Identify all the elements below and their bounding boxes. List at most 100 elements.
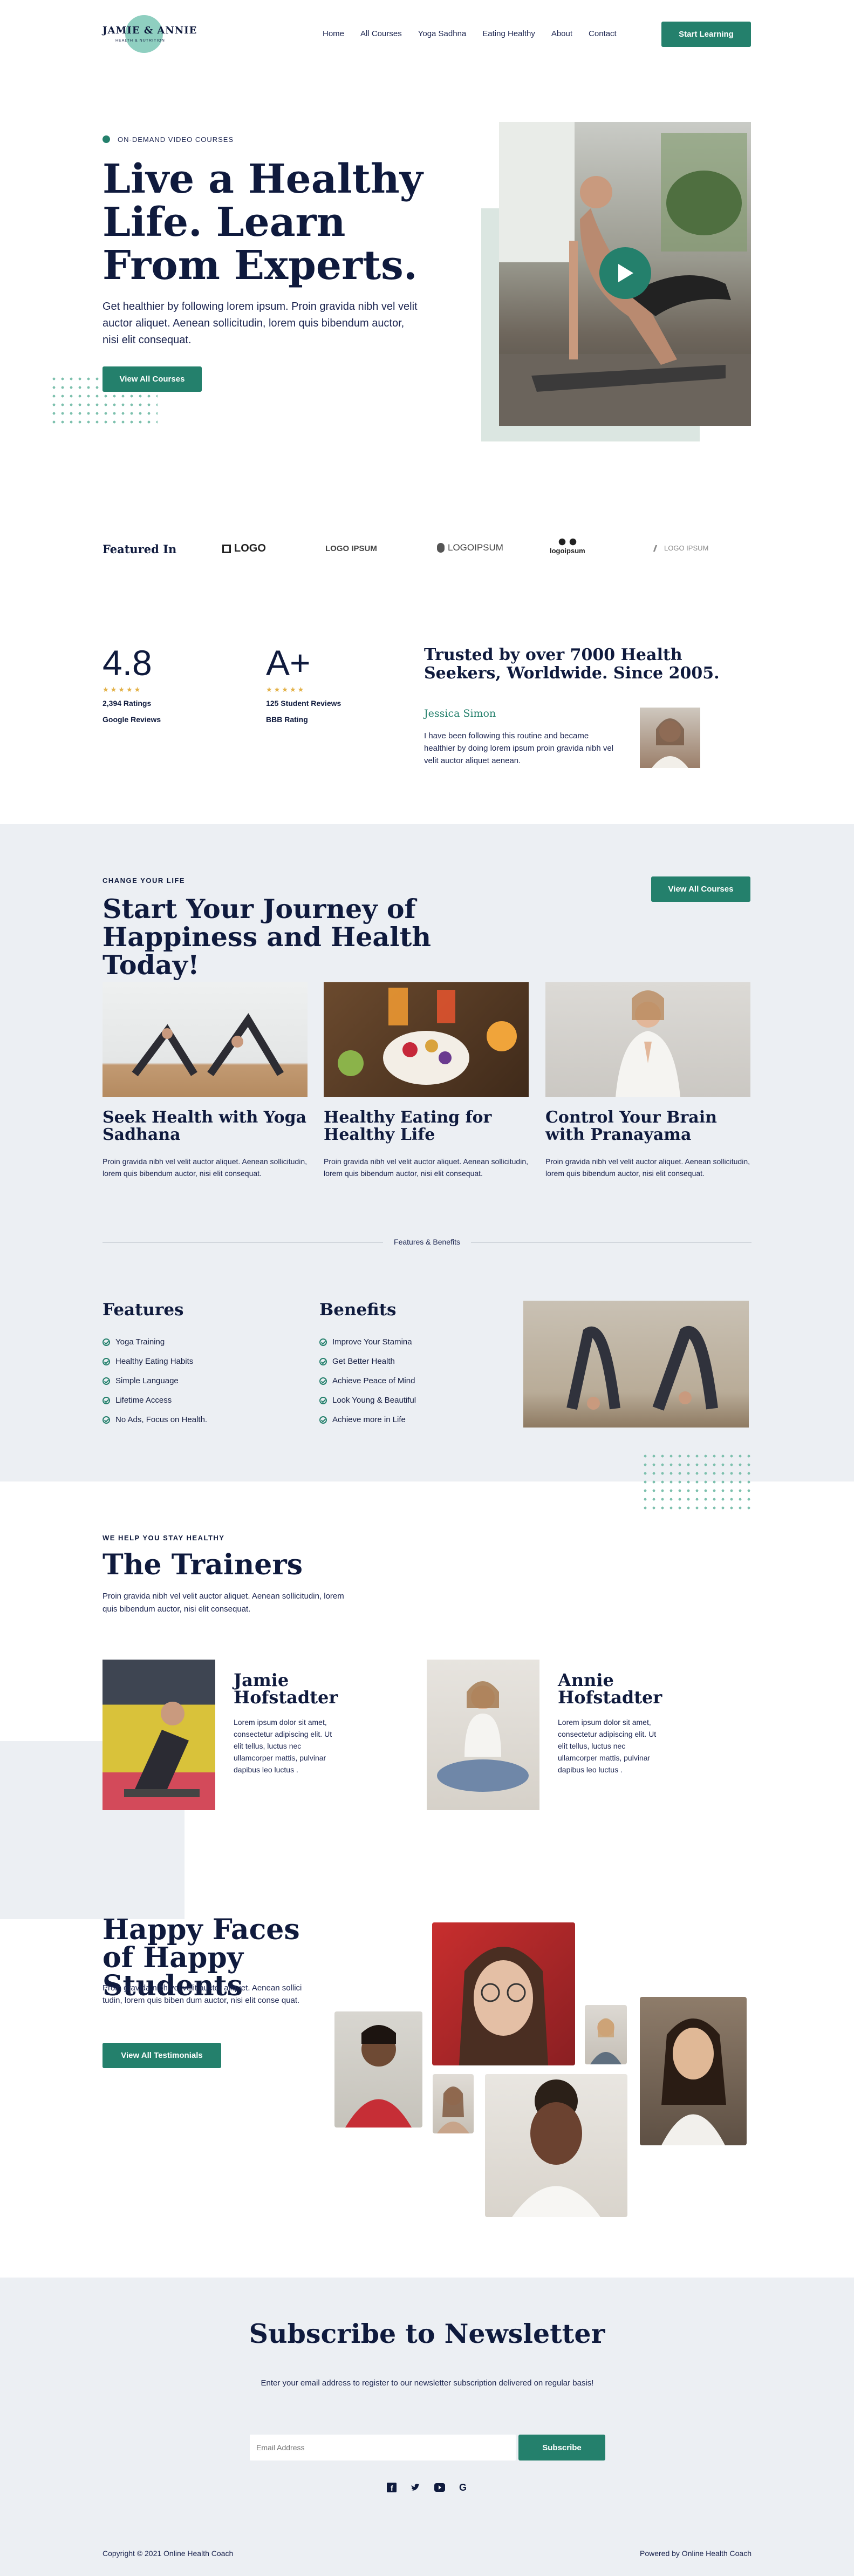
subscribe-button[interactable]: Subscribe [518,2435,605,2461]
course-card-title-2[interactable]: Healthy Eating for Healthy Life [324,1109,529,1144]
check-circle-icon [103,1396,110,1404]
benefit-item: Get Better Health [319,1357,416,1366]
hero-eyebrow: ON-DEMAND VIDEO COURSES [118,135,234,144]
featured-logo-4: logoipsum [550,538,585,555]
nav-item-eating-healthy[interactable]: Eating Healthy [482,29,535,38]
benefit-item: Look Young & Beautiful [319,1396,416,1405]
start-learning-button[interactable]: Start Learning [661,22,751,47]
view-testimonials-button[interactable]: View All Testimonials [103,2043,221,2068]
google-icon[interactable]: G [459,2483,469,2492]
newsletter-title: Subscribe to Newsletter [249,2318,605,2349]
student-3-portrait [590,2018,621,2064]
student-photo-2 [432,1922,575,2065]
happy-text: Proin gravida nibh vel velit auctor aliq… [103,1983,302,2005]
logo-leaf-icon [437,543,445,553]
student-2-portrait [459,1947,548,2065]
grade-stars: ★★★★★ [266,685,306,694]
grade-count: 125 Student Reviews [266,699,341,708]
featured-logo-1: LOGO [222,542,266,555]
course-card-title-1[interactable]: Seek Health with Yoga Sadhana [103,1109,308,1144]
eyebrow-dot [103,135,110,143]
testimonial-portrait [652,718,688,768]
journey-eyebrow: CHANGE YOUR LIFE [103,876,186,885]
twitter-icon[interactable] [411,2483,420,2492]
nav-item-home[interactable]: Home [323,29,344,38]
journey-view-courses-button[interactable]: View All Courses [651,876,750,902]
check-circle-icon [319,1338,327,1346]
check-circle-icon [319,1377,327,1385]
play-icon [618,264,633,282]
student-photo-5 [433,2074,474,2133]
main-nav: Home All Courses Yoga Sadhna Eating Heal… [323,29,617,38]
trainer-jamie-portrait [124,1702,200,1797]
yoga-couple-illustration [132,1013,284,1077]
benefit-item: Achieve more in Life [319,1415,416,1424]
grade-value: A+ [266,643,311,683]
brand-logo[interactable]: JAMIE & ANNIE HEALTH & NUTRITION [103,13,196,55]
testimonial-quote: I have been following this routine and b… [424,731,614,765]
feature-item: Yoga Training [103,1337,207,1347]
featured-logo-2: LOGO IPSUM [325,544,377,553]
trainer-name-annie[interactable]: Annie Hofstadter [558,1671,677,1706]
facebook-icon[interactable]: f [387,2483,397,2492]
logo-mark-icon [222,544,231,553]
trainer-name-jamie[interactable]: Jamie Hofstadter [234,1671,352,1706]
logo-slash-icon [653,545,662,552]
brand-name: JAMIE & ANNIE [103,25,197,36]
nav-item-about[interactable]: About [551,29,572,38]
features-list: Yoga Training Healthy Eating Habits Simp… [103,1337,207,1435]
course-card-title-3[interactable]: Control Your Brain with Pranayama [545,1109,750,1144]
student-photo-1 [334,2011,422,2128]
nav-item-contact[interactable]: Contact [589,29,617,38]
logo-dots-icon [556,538,578,546]
footer-powered-by: Powered by Online Health Coach [639,2549,751,2558]
student-5-portrait [437,2086,469,2133]
benefit-item: Achieve Peace of Mind [319,1376,416,1385]
food-illustration [338,988,517,1085]
check-circle-icon [103,1338,110,1346]
features-yoga-image [523,1301,749,1428]
meditation-illustration [616,990,680,1097]
course-card-image-pranayama [545,982,750,1097]
hero-view-courses-button[interactable]: View All Courses [103,366,202,392]
feature-item: Lifetime Access [103,1396,207,1405]
trainer-photo-annie [427,1660,539,1810]
email-field[interactable] [250,2435,516,2461]
hero-title: Live a Healthy Life. Learn From Experts. [103,156,423,289]
check-circle-icon [103,1416,110,1424]
testimonial-name: Jessica Simon [424,708,496,719]
trainers-text: Proin gravida nibh vel velit auctor aliq… [103,1592,344,1614]
rating-value: 4.8 [103,643,152,683]
check-circle-icon [319,1357,327,1365]
features-title: Features [103,1300,184,1320]
stretch-illustration [566,1326,718,1411]
trainer-photo-jamie [103,1660,215,1810]
trust-title: Trusted by over 7000 Health Seekers, Wor… [424,645,720,683]
feature-item: No Ads, Focus on Health. [103,1415,207,1424]
divider-label: Features & Benefits [394,1238,460,1246]
benefit-item: Improve Your Stamina [319,1337,416,1347]
check-circle-icon [319,1396,327,1404]
course-card-text-1: Proin gravida nibh vel velit auctor aliq… [103,1157,308,1178]
course-card-text-3: Proin gravida nibh vel velit auctor aliq… [545,1157,750,1178]
divider-line-left [103,1242,383,1243]
student-photo-4 [640,1997,747,2145]
features-dots-decoration [641,1452,754,1511]
course-card-image-yoga [103,982,308,1097]
nav-item-all-courses[interactable]: All Courses [360,29,402,38]
check-circle-icon [103,1357,110,1365]
student-photo-6 [485,2074,627,2217]
nav-item-yoga-sadhna[interactable]: Yoga Sadhna [418,29,467,38]
student-4-portrait [661,2018,726,2145]
testimonial-avatar [640,708,700,768]
benefits-list: Improve Your Stamina Get Better Health A… [319,1337,416,1435]
featured-logo-5: LOGO IPSUM [653,544,708,552]
student-photo-3 [585,2005,627,2064]
play-button[interactable] [599,247,651,299]
featured-label: Featured In [103,542,177,556]
youtube-icon[interactable] [434,2483,445,2492]
rating-count: 2,394 Ratings [103,699,152,708]
rating-stars: ★★★★★ [103,685,142,694]
student-6-portrait [512,2079,600,2217]
feature-item: Healthy Eating Habits [103,1357,207,1366]
